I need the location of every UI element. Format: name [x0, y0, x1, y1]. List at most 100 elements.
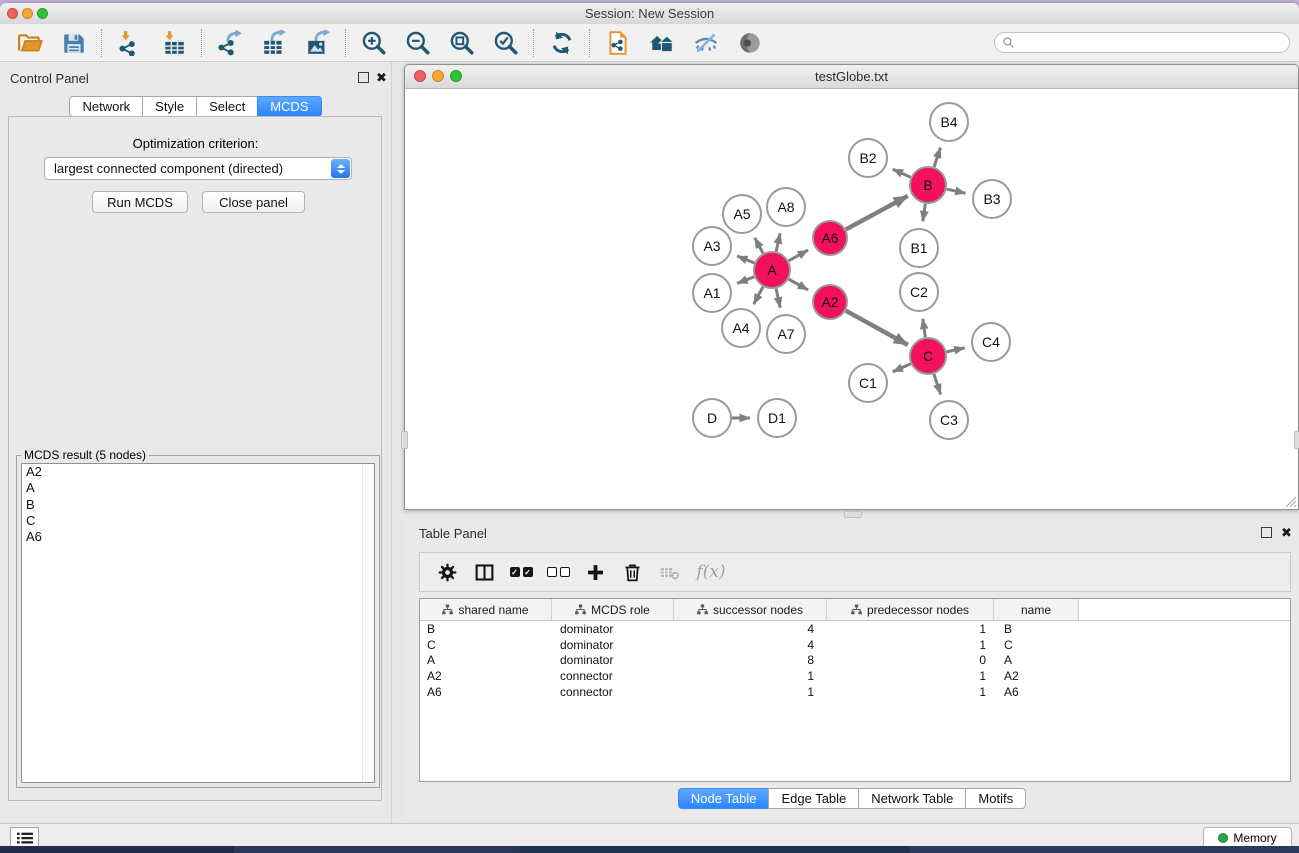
network-document-button[interactable]	[603, 28, 633, 58]
cell-predecessor-nodes[interactable]: 1	[827, 638, 994, 652]
deselect-all-rows-button[interactable]	[541, 556, 575, 588]
edge-C-C3[interactable]	[934, 374, 941, 394]
cell-shared-name[interactable]: C	[420, 638, 552, 652]
show-eye-button[interactable]	[735, 28, 765, 58]
cell-MCDS-role[interactable]: connector	[552, 685, 674, 699]
edge-C-C2[interactable]	[923, 319, 926, 337]
node-C2[interactable]: C2	[900, 273, 938, 311]
cell-MCDS-role[interactable]: dominator	[552, 653, 674, 667]
table-float-panel-icon[interactable]	[1261, 527, 1272, 538]
tab-node-table[interactable]: Node Table	[678, 788, 770, 809]
search-input[interactable]	[1015, 34, 1289, 51]
edge-A-A5[interactable]	[755, 238, 763, 253]
edge-A-A1[interactable]	[737, 277, 754, 284]
select-all-rows-button[interactable]: ✓✓	[504, 556, 538, 588]
edge-B-B2[interactable]	[893, 169, 911, 177]
node-C[interactable]: C	[910, 338, 946, 374]
tab-edge-table[interactable]: Edge Table	[768, 788, 859, 809]
cell-shared-name[interactable]: A	[420, 653, 552, 667]
node-C1[interactable]: C1	[849, 364, 887, 402]
split-divider-grip-right[interactable]	[1294, 431, 1299, 449]
window-resize-grip[interactable]	[1283, 494, 1297, 508]
table-row[interactable]: Adominator80A	[420, 652, 1290, 668]
zoom-fit-button[interactable]	[447, 28, 477, 58]
cell-name[interactable]: A	[994, 653, 1079, 667]
save-session-button[interactable]	[59, 28, 89, 58]
column-header-predecessor-nodes[interactable]: predecessor nodes	[827, 599, 994, 620]
tab-select[interactable]: Select	[196, 96, 258, 117]
export-table-button[interactable]	[259, 28, 289, 58]
cell-shared-name[interactable]: B	[420, 622, 552, 636]
float-panel-icon[interactable]	[358, 72, 369, 83]
result-list-item[interactable]: C	[22, 513, 374, 529]
zoom-out-button[interactable]	[403, 28, 433, 58]
delete-column-button[interactable]	[615, 556, 649, 588]
tab-style[interactable]: Style	[142, 96, 197, 117]
export-network-button[interactable]	[215, 28, 245, 58]
split-panel-columns-button[interactable]	[467, 556, 501, 588]
edge-A6-B[interactable]	[846, 196, 908, 229]
cell-shared-name[interactable]: A6	[420, 685, 552, 699]
column-header-successor-nodes[interactable]: successor nodes	[674, 599, 827, 620]
cell-successor-nodes[interactable]: 1	[674, 685, 827, 699]
cell-predecessor-nodes[interactable]: 0	[827, 653, 994, 667]
cell-predecessor-nodes[interactable]: 1	[827, 685, 994, 699]
edge-B-B4[interactable]	[934, 148, 940, 167]
table-row[interactable]: Bdominator41B	[420, 621, 1290, 637]
edge-C-C4[interactable]	[947, 348, 965, 352]
edge-B-B1[interactable]	[923, 204, 925, 221]
node-A3[interactable]: A3	[693, 227, 731, 265]
edge-A2-C[interactable]	[846, 311, 908, 345]
node-A8[interactable]: A8	[767, 188, 805, 226]
column-header-MCDS-role[interactable]: MCDS role	[552, 599, 674, 620]
import-table-button[interactable]	[159, 28, 189, 58]
add-column-button[interactable]	[578, 556, 612, 588]
cell-successor-nodes[interactable]: 1	[674, 669, 827, 683]
hide-eye-button[interactable]	[691, 28, 721, 58]
column-header-name[interactable]: name	[994, 599, 1079, 620]
result-list-item[interactable]: B	[22, 497, 374, 513]
close-panel-button[interactable]: Close panel	[202, 191, 305, 213]
cell-predecessor-nodes[interactable]: 1	[827, 669, 994, 683]
node-A5[interactable]: A5	[723, 195, 761, 233]
cell-successor-nodes[interactable]: 4	[674, 622, 827, 636]
cell-name[interactable]: B	[994, 622, 1079, 636]
cell-name[interactable]: A2	[994, 669, 1079, 683]
close-panel-icon[interactable]: ✖	[376, 72, 387, 84]
edge-A-A3[interactable]	[737, 256, 754, 263]
result-list-item[interactable]: A	[22, 480, 374, 496]
edge-B-B3[interactable]	[947, 189, 966, 193]
home-view-button[interactable]	[647, 28, 677, 58]
table-row[interactable]: A2connector11A2	[420, 668, 1290, 684]
refresh-layout-button[interactable]	[547, 28, 577, 58]
edge-A-A6[interactable]	[789, 250, 808, 261]
node-B[interactable]: B	[910, 167, 946, 203]
edge-A-A7[interactable]	[776, 289, 780, 308]
node-B1[interactable]: B1	[900, 229, 938, 267]
edge-A-A2[interactable]	[789, 279, 808, 290]
node-D1[interactable]: D1	[758, 399, 796, 437]
node-B3[interactable]: B3	[973, 180, 1011, 218]
zoom-in-button[interactable]	[359, 28, 389, 58]
open-file-button[interactable]	[15, 28, 45, 58]
cell-MCDS-role[interactable]: connector	[552, 669, 674, 683]
cell-successor-nodes[interactable]: 8	[674, 653, 827, 667]
node-A[interactable]: A	[754, 252, 790, 288]
network-canvas[interactable]: ABCA2A6A1A3A4A5A7A8B1B2B3B4C1C2C3C4DD1	[405, 88, 1298, 509]
table-row[interactable]: Cdominator41C	[420, 637, 1290, 653]
export-image-button[interactable]	[303, 28, 333, 58]
tab-network-table[interactable]: Network Table	[858, 788, 966, 809]
edge-C-C1[interactable]	[893, 364, 911, 372]
node-C3[interactable]: C3	[930, 401, 968, 439]
cell-predecessor-nodes[interactable]: 1	[827, 622, 994, 636]
tab-motifs[interactable]: Motifs	[965, 788, 1026, 809]
split-divider-grip-left[interactable]	[401, 431, 408, 449]
node-A1[interactable]: A1	[693, 274, 731, 312]
node-A2[interactable]: A2	[813, 285, 847, 319]
cell-successor-nodes[interactable]: 4	[674, 638, 827, 652]
run-mcds-button[interactable]: Run MCDS	[92, 191, 188, 213]
edge-A-A4[interactable]	[754, 287, 763, 304]
table-close-panel-icon[interactable]: ✖	[1281, 527, 1292, 539]
table-settings-button[interactable]	[430, 556, 464, 588]
result-list-item[interactable]: A2	[22, 464, 374, 480]
